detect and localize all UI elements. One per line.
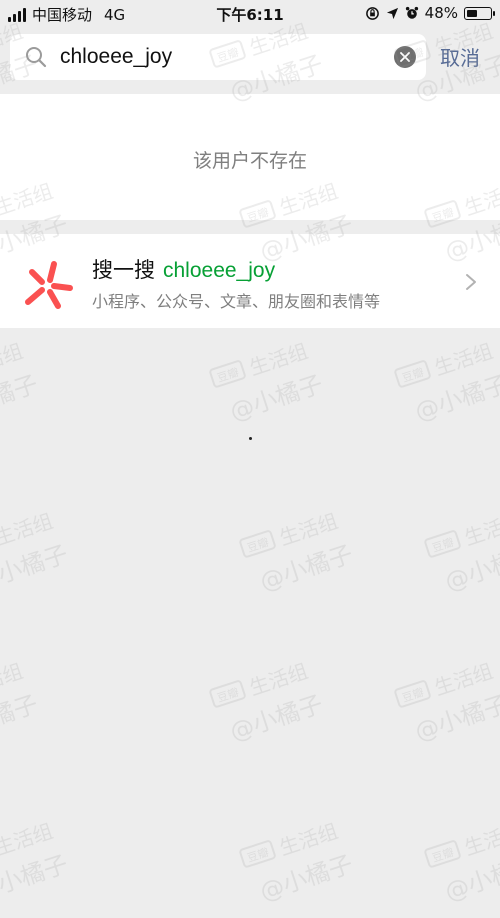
screen-lock-rotation-icon (365, 6, 379, 20)
search-input[interactable]: chloeee_joy (60, 34, 172, 80)
search-box[interactable]: chloeee_joy (10, 34, 426, 80)
watermark: 豆瓣生活组@小橘子 (206, 642, 354, 758)
watermark: 豆瓣生活组@小橘子 (0, 492, 99, 608)
search-one-title: 搜一搜 chloeee_joy (92, 254, 275, 284)
watermark: 豆瓣生活组@小橘子 (421, 802, 500, 918)
status-bar: 中国移动 4G 下午6:11 48% (0, 0, 500, 28)
search-icon (26, 47, 47, 68)
watermark-badge: 豆瓣 (208, 679, 247, 709)
alarm-icon (405, 6, 418, 19)
watermark-line2: @小橘子 (0, 689, 42, 747)
watermark-badge: 豆瓣 (423, 529, 462, 559)
watermark-line2: @小橘子 (441, 849, 500, 907)
watermark: 豆瓣生活组@小橘子 (421, 492, 500, 608)
watermark-line2: @小橘子 (226, 689, 327, 747)
battery-level (467, 9, 477, 17)
chevron-right-icon (466, 274, 476, 290)
no-user-message: 该用户不存在 (192, 150, 307, 172)
clear-icon[interactable] (394, 46, 416, 68)
cancel-button[interactable]: 取消 (440, 42, 480, 71)
search-one-logo-icon (25, 261, 73, 309)
watermark-line2: @小橘子 (0, 849, 72, 907)
status-right: 48% (365, 4, 495, 22)
watermark-line1: 生活组 (431, 658, 496, 701)
close-icon (400, 52, 410, 62)
watermark: 豆瓣生活组@小橘子 (0, 642, 69, 758)
watermark-badge: 豆瓣 (423, 839, 462, 869)
watermark-badge: 豆瓣 (238, 529, 277, 559)
watermark-line2: @小橘子 (226, 369, 327, 427)
watermark-line1: 生活组 (0, 508, 56, 551)
result-panel: 该用户不存在 (0, 94, 500, 220)
watermark-line1: 生活组 (461, 818, 500, 861)
watermark-line2: @小橘子 (441, 539, 500, 597)
battery-icon (464, 6, 495, 20)
watermark-line1: 生活组 (461, 508, 500, 551)
watermark: 豆瓣生活组@小橘子 (236, 492, 384, 608)
watermark-line2: @小橘子 (256, 849, 357, 907)
watermark-line2: @小橘子 (0, 369, 42, 427)
watermark-line2: @小橘子 (0, 539, 72, 597)
watermark: 豆瓣生活组@小橘子 (391, 642, 500, 758)
watermark-line1: 生活组 (431, 338, 496, 381)
location-arrow-icon (386, 7, 398, 19)
watermark: 豆瓣生活组@小橘子 (206, 322, 354, 438)
watermark-line1: 生活组 (0, 338, 26, 381)
watermark: 豆瓣生活组@小橘子 (391, 322, 500, 438)
search-one-keyword: chloeee_joy (163, 259, 276, 282)
watermark-line1: 生活组 (0, 658, 26, 701)
watermark-line2: @小橘子 (256, 539, 357, 597)
search-one-subtitle: 小程序、公众号、文章、朋友圈和表情等 (92, 292, 381, 311)
watermark-badge: 豆瓣 (238, 839, 277, 869)
watermark: 豆瓣生活组@小橘子 (0, 322, 69, 438)
watermark-badge: 豆瓣 (393, 679, 432, 709)
watermark-line1: 生活组 (276, 508, 341, 551)
watermark-line1: 生活组 (0, 818, 56, 861)
search-header: chloeee_joy 取消 (0, 28, 500, 94)
watermark: 豆瓣生活组@小橘子 (236, 802, 384, 918)
search-one-row[interactable]: 搜一搜 chloeee_joy 小程序、公众号、文章、朋友圈和表情等 (0, 234, 500, 328)
loading-dot (249, 437, 252, 440)
watermark-line1: 生活组 (246, 338, 311, 381)
watermark-line2: @小橘子 (411, 689, 500, 747)
watermark-line2: @小橘子 (411, 369, 500, 427)
watermark-badge: 豆瓣 (393, 359, 432, 389)
battery-percent: 48% (424, 4, 458, 22)
watermark: 豆瓣生活组@小橘子 (0, 802, 99, 918)
watermark-badge: 豆瓣 (208, 359, 247, 389)
watermark-line1: 生活组 (246, 658, 311, 701)
search-one-label: 搜一搜 (92, 258, 155, 282)
watermark-line1: 生活组 (276, 818, 341, 861)
